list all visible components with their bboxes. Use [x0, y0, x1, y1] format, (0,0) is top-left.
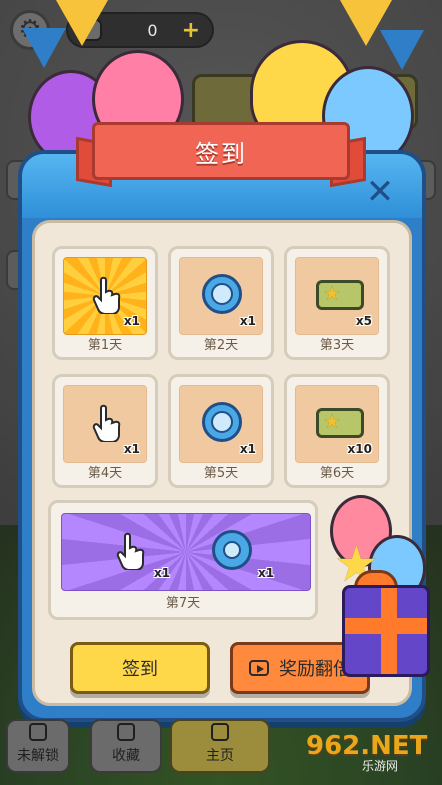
double-reward-label: 奖励翻倍: [279, 659, 351, 680]
hand-icon: [92, 276, 121, 314]
ticket-icon: [316, 280, 364, 310]
hand-icon: [116, 532, 145, 570]
reward-qty: x1: [154, 566, 171, 580]
day-card-art: x5: [295, 257, 379, 335]
compass-face: [223, 541, 241, 559]
nav-item-label: 主页: [206, 748, 234, 764]
pennant-blue: [380, 30, 424, 70]
reward-qty: x1: [258, 566, 275, 580]
reward-qty: x1: [123, 442, 140, 456]
close-button[interactable]: ✕: [360, 172, 400, 212]
nav-item-home[interactable]: 主页: [170, 719, 270, 773]
day-card-4[interactable]: x1 第4天: [52, 374, 158, 488]
video-icon: [249, 660, 269, 676]
day-label: 第1天: [87, 338, 123, 353]
day-card-art: x1: [179, 257, 263, 335]
bookmark-icon: [117, 723, 135, 741]
nav-item-label: 未解锁: [17, 748, 59, 764]
ticket-icon: [316, 408, 364, 438]
reward-qty: x1: [239, 442, 256, 456]
nav-item-label: 收藏: [112, 748, 140, 764]
coin-value: 0: [147, 20, 158, 40]
pennant-blue: [22, 28, 66, 68]
day-label: 第6天: [319, 466, 355, 481]
day-card-2[interactable]: x1 第2天: [168, 246, 274, 360]
day-label: 第2天: [203, 338, 239, 353]
day-card-1[interactable]: x1 第1天: [52, 246, 158, 360]
compass-icon: [202, 402, 242, 442]
compass-icon: [212, 530, 252, 570]
nav-item-favorites[interactable]: 收藏: [90, 719, 162, 773]
day-card-7[interactable]: x1 x1 第7天: [48, 500, 318, 620]
modal-title: 签到: [92, 122, 350, 180]
compass-icon: [202, 274, 242, 314]
day-card-art: x10: [295, 385, 379, 463]
reward-qty: x10: [347, 442, 372, 456]
day-card-art: x1: [179, 385, 263, 463]
hand-icon: [92, 404, 121, 442]
reward-qty: x5: [355, 314, 372, 328]
add-coins-button[interactable]: +: [182, 18, 200, 43]
day-card-art: x1: [63, 385, 147, 463]
checkin-button[interactable]: 签到: [70, 642, 210, 694]
day-label: 第5天: [203, 466, 239, 481]
reward-qty: x1: [239, 314, 256, 328]
day-card-5[interactable]: x1 第5天: [168, 374, 274, 488]
day-card-6[interactable]: x10 第6天: [284, 374, 390, 488]
home-icon: [211, 723, 229, 741]
nav-item-locked[interactable]: 未解锁: [6, 719, 70, 773]
title-ribbon: 签到: [76, 122, 366, 192]
day7-art: x1 x1: [61, 513, 311, 591]
lock-icon: [29, 723, 47, 741]
gift-box-icon: [342, 585, 430, 677]
day-card-art: x1: [63, 257, 147, 335]
close-icon: ✕: [365, 172, 395, 212]
day-label: 第3天: [319, 338, 355, 353]
watermark: 962.NET 乐游网: [306, 731, 436, 775]
day-label: 第7天: [165, 596, 201, 611]
day-card-3[interactable]: x5 第3天: [284, 246, 390, 360]
checkin-button-label: 签到: [122, 659, 158, 680]
reward-qty: x1: [123, 314, 140, 328]
day-label: 第4天: [87, 466, 123, 481]
